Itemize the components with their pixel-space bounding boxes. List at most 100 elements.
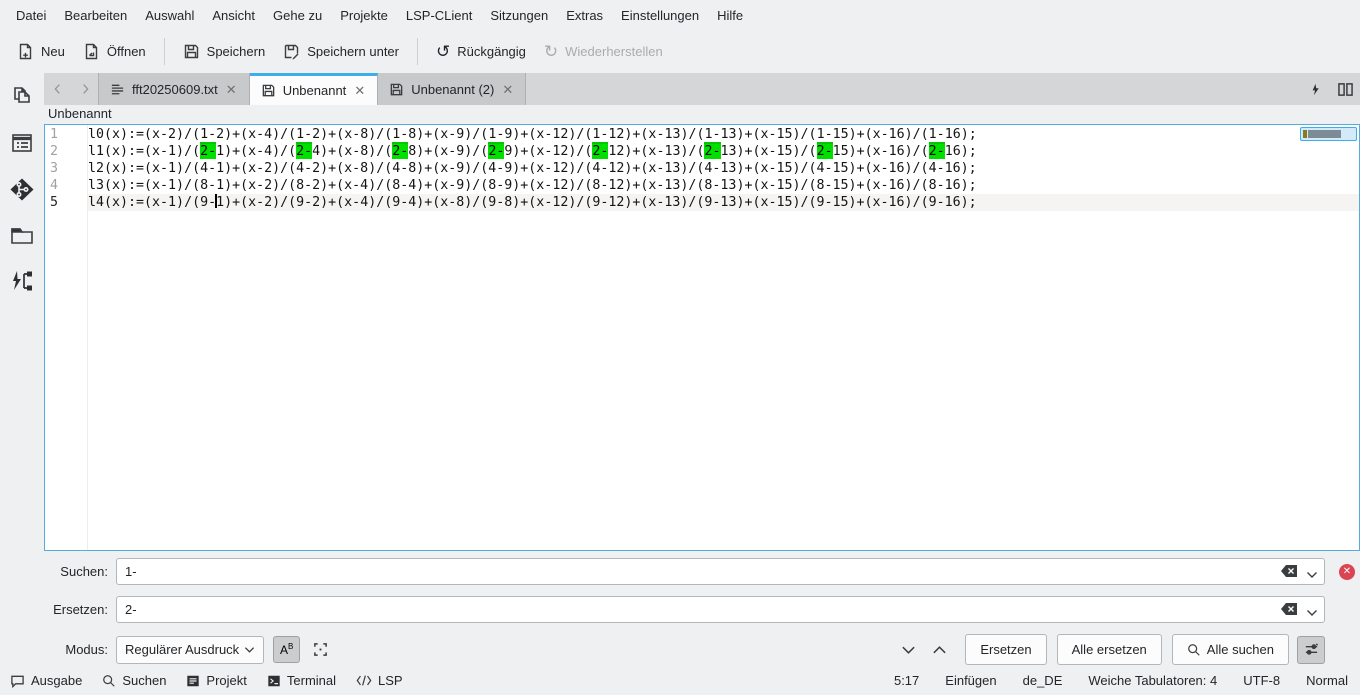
code-line[interactable]: l3(x):=(x-1)/(8-1)+(x-2)/(8-2)+(x-4)/(8-… (88, 177, 1359, 194)
save-as-button[interactable]: Speichern unter (274, 36, 408, 67)
line-number[interactable]: 4 (50, 177, 87, 194)
terminal-panel-toggle[interactable]: Terminal (267, 673, 336, 688)
menu-ansicht[interactable]: Ansicht (203, 3, 264, 28)
menu-hilfe[interactable]: Hilfe (708, 3, 752, 28)
menu-sitzungen[interactable]: Sitzungen (481, 3, 557, 28)
minimap-text-block (1308, 130, 1341, 138)
edit-mode-status[interactable]: Normal (1306, 673, 1348, 688)
save-as-icon (283, 43, 300, 60)
project-panel-toggle[interactable]: Projekt (186, 673, 246, 688)
line-number[interactable]: 3 (50, 160, 87, 177)
tab-fft20250609[interactable]: fft20250609.txt ✕ (98, 73, 250, 105)
undo-icon: ↺ (436, 43, 450, 60)
outline-list-sidebar-icon[interactable] (9, 131, 35, 156)
menu-auswahl[interactable]: Auswahl (136, 3, 203, 28)
insert-mode-status[interactable]: Einfügen (945, 673, 996, 688)
redo-icon: ↻ (544, 43, 558, 60)
tab-close-icon[interactable]: ✕ (501, 83, 514, 96)
menu-datei[interactable]: Datei (7, 3, 55, 28)
cursor-position-status[interactable]: 5:17 (894, 673, 919, 688)
replace-input[interactable] (116, 596, 1325, 623)
search-replace-panel: Suchen: ✕ Ersetzen: (44, 551, 1360, 666)
open-document-icon (83, 43, 100, 60)
list-text-icon (110, 82, 125, 97)
menu-bearbeiten[interactable]: Bearbeiten (55, 3, 136, 28)
menu-lsp-client[interactable]: LSP-CLient (397, 3, 481, 28)
code-line[interactable]: l0(x):=(x-2)/(1-2)+(x-4)/(1-2)+(x-8)/(1-… (88, 126, 1359, 143)
tab-unbenannt-2[interactable]: Unbenannt (2) ✕ (378, 73, 526, 105)
clear-replace-icon[interactable] (1280, 602, 1298, 619)
menu-extras[interactable]: Extras (557, 3, 612, 28)
text-cursor (215, 194, 217, 208)
redo-button[interactable]: ↻ Wiederherstellen (535, 36, 672, 67)
encoding-status[interactable]: UTF-8 (1243, 673, 1280, 688)
menu-bar: Datei Bearbeiten Auswahl Ansicht Gehe zu… (0, 0, 1360, 30)
search-icon (102, 674, 116, 688)
code-icon (356, 674, 372, 687)
search-input[interactable] (116, 558, 1325, 585)
dictionary-status[interactable]: de_DE (1023, 673, 1063, 688)
replace-label: Ersetzen: (50, 602, 108, 617)
open-button[interactable]: Öffnen (74, 36, 155, 67)
line-number[interactable]: 5 (50, 194, 87, 211)
output-bubble-icon (10, 674, 25, 688)
replace-history-chevron-icon[interactable] (1306, 605, 1318, 620)
search-panel-toggle[interactable]: Suchen (102, 673, 166, 688)
lsp-panel-toggle[interactable]: LSP (356, 673, 403, 688)
documents-sidebar-icon[interactable] (9, 85, 35, 110)
tab-close-icon[interactable]: ✕ (225, 83, 238, 96)
tab-mode-status[interactable]: Weiche Tabulatoren: 4 (1088, 673, 1217, 688)
search-options-icon[interactable] (1297, 636, 1325, 664)
code-line[interactable]: l2(x):=(x-1)/(4-1)+(x-2)/(4-2)+(x-8)/(4-… (88, 160, 1359, 177)
replace-button[interactable]: Ersetzen (965, 634, 1046, 665)
modified-lines-marker (1303, 130, 1307, 138)
line-number[interactable]: 2 (50, 143, 87, 160)
floppy-icon (389, 82, 404, 97)
main-toolbar: Neu Öffnen Speichern Speichern unter ↺ R… (0, 30, 1360, 73)
tabbar-spacer (526, 73, 1300, 105)
menu-einstellungen[interactable]: Einstellungen (612, 3, 708, 28)
tab-back-button[interactable] (44, 73, 71, 105)
search-label: Suchen: (50, 564, 108, 579)
find-previous-icon[interactable] (924, 645, 955, 655)
undo-button[interactable]: ↺ Rückgängig (427, 36, 535, 67)
git-sidebar-icon[interactable] (9, 177, 35, 202)
split-view-icon[interactable] (1330, 73, 1360, 105)
close-search-bar-icon[interactable]: ✕ (1339, 564, 1355, 580)
code-line[interactable]: l1(x):=(x-1)/(2-1)+(x-4)/(2-4)+(x-8)/(2-… (88, 143, 1359, 160)
code-lines[interactable]: l0(x):=(x-2)/(1-2)+(x-4)/(1-2)+(x-8)/(1-… (88, 125, 1359, 550)
clear-search-icon[interactable] (1280, 564, 1298, 581)
search-history-chevron-icon[interactable] (1306, 567, 1318, 582)
scrollbar-minimap[interactable] (1300, 127, 1357, 141)
replace-all-button[interactable]: Alle ersetzen (1057, 634, 1162, 665)
menu-projekte[interactable]: Projekte (331, 3, 397, 28)
line-number[interactable]: 1 (50, 126, 87, 143)
tab-forward-button[interactable] (71, 73, 98, 105)
line-numbers[interactable]: 12345 (45, 125, 88, 550)
tab-unbenannt[interactable]: Unbenannt ✕ (250, 73, 379, 105)
tab-bar: fft20250609.txt ✕ Unbenannt ✕ Unbenannt … (44, 73, 1360, 105)
output-panel-toggle[interactable]: Ausgabe (10, 673, 82, 688)
match-case-button[interactable]: AB (273, 636, 300, 663)
toolbar-separator (164, 38, 165, 65)
new-document-icon (17, 43, 34, 60)
find-all-button[interactable]: Alle suchen (1172, 634, 1289, 665)
editor-view[interactable]: 12345 l0(x):=(x-2)/(1-2)+(x-4)/(1-2)+(x-… (44, 124, 1360, 551)
menu-gehe-zu[interactable]: Gehe zu (264, 3, 331, 28)
search-mode-select[interactable]: Regulärer Ausdruck (116, 636, 264, 664)
document-path: Unbenannt (44, 105, 1360, 124)
quick-open-icon[interactable] (1300, 73, 1330, 105)
new-button[interactable]: Neu (8, 36, 74, 67)
toolbar-separator (417, 38, 418, 65)
code-line[interactable]: l4(x):=(x-1)/(9-1)+(x-2)/(9-2)+(x-4)/(9-… (88, 194, 1359, 211)
tab-close-icon[interactable]: ✕ (353, 84, 366, 97)
save-button[interactable]: Speichern (174, 36, 275, 67)
external-tools-sidebar-icon[interactable] (9, 269, 35, 294)
filesystem-sidebar-icon[interactable] (9, 223, 35, 248)
status-bar: Ausgabe Suchen Projekt Terminal LSP 5:17… (0, 666, 1360, 695)
find-next-icon[interactable] (893, 645, 924, 655)
left-sidebar (0, 73, 44, 666)
selection-only-icon[interactable] (308, 642, 333, 657)
project-list-icon (186, 674, 200, 688)
terminal-icon (267, 674, 281, 688)
